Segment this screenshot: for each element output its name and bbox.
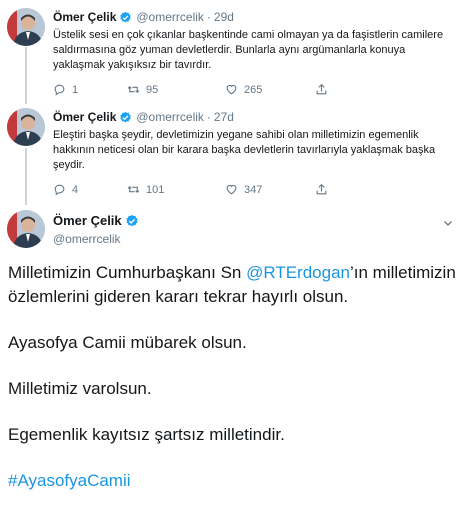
profile-photo-icon — [7, 108, 45, 146]
separator-dot: · — [206, 10, 211, 24]
share-icon — [316, 183, 327, 195]
reply-count: 4 — [72, 183, 79, 196]
tweet-1[interactable]: Ömer Çelik @omerrcelik · 29d Üstelik ses… — [53, 10, 458, 96]
thread-connector — [25, 47, 27, 104]
like-count: 265 — [244, 83, 263, 96]
like-button[interactable]: 347 — [225, 183, 315, 196]
main-paragraph: Egemenlik kayıtsız şartsız milletindir. — [8, 425, 285, 444]
main-paragraph: Milletimizin Cumhurbaşkanı Sn @RTErdogan… — [8, 263, 456, 306]
hashtag-link[interactable]: #AyasofyaCamii — [8, 469, 460, 493]
reply-icon — [54, 84, 65, 96]
tweet-timestamp[interactable]: 29d — [214, 10, 234, 25]
tweet-thread: Ömer Çelik @omerrcelik · 29d Üstelik ses… — [0, 0, 468, 532]
verified-badge-icon — [126, 214, 138, 227]
main-tweet-text: Milletimizin Cumhurbaşkanı Sn @RTErdogan… — [8, 261, 460, 493]
tweet-actions: 4 101 347 — [53, 183, 458, 196]
author-handle[interactable]: @omerrcelik — [136, 10, 204, 25]
heart-icon — [226, 184, 237, 195]
verified-badge-icon — [120, 111, 132, 123]
author-name[interactable]: Ömer Çelik — [53, 110, 116, 125]
retweet-count: 101 — [146, 183, 165, 196]
reply-count: 1 — [72, 83, 79, 96]
tweet-2[interactable]: Ömer Çelik @omerrcelik · 27d Eleştiri ba… — [53, 110, 458, 196]
main-paragraph: Milletimiz varolsun. — [8, 379, 152, 398]
like-count: 347 — [244, 183, 263, 196]
main-paragraph: Ayasofya Camii mübarek olsun. — [8, 333, 247, 352]
retweet-button[interactable]: 101 — [127, 183, 225, 196]
reply-icon — [54, 184, 65, 196]
chevron-down-icon[interactable] — [442, 217, 454, 229]
author-handle[interactable]: @omerrcelik — [136, 110, 204, 125]
tweet-text: Eleştiri başka şeydir, devletimizin yega… — [53, 129, 436, 171]
separator-dot: · — [206, 110, 211, 124]
profile-photo-icon — [7, 8, 45, 46]
author-name[interactable]: Ömer Çelik — [53, 10, 116, 25]
heart-icon — [226, 84, 237, 95]
reply-button[interactable]: 4 — [53, 183, 127, 196]
thread-connector — [25, 148, 27, 205]
share-icon — [316, 83, 327, 95]
tweet-actions: 1 95 265 — [53, 83, 458, 96]
author-name[interactable]: Ömer Çelik — [53, 213, 122, 229]
retweet-icon — [127, 186, 140, 193]
author-handle[interactable]: @omerrcelik — [53, 232, 143, 246]
retweet-icon — [127, 86, 140, 93]
share-button[interactable] — [315, 183, 328, 196]
like-button[interactable]: 265 — [225, 83, 315, 96]
avatar[interactable] — [7, 210, 45, 248]
avatar[interactable] — [7, 8, 45, 46]
tweet-text: Üstelik sesi en çok çıkanlar başkentinde… — [53, 29, 444, 71]
verified-badge-icon — [120, 11, 132, 23]
main-tweet-header: Ömer Çelik @omerrcelik — [53, 213, 143, 246]
avatar[interactable] — [7, 108, 45, 146]
retweet-button[interactable]: 95 — [127, 83, 225, 96]
reply-button[interactable]: 1 — [53, 83, 127, 96]
share-button[interactable] — [315, 83, 328, 96]
retweet-count: 95 — [146, 83, 159, 96]
mention-link[interactable]: @RTErdogan — [246, 263, 350, 282]
tweet-timestamp[interactable]: 27d — [214, 110, 234, 125]
profile-photo-icon — [7, 210, 45, 248]
